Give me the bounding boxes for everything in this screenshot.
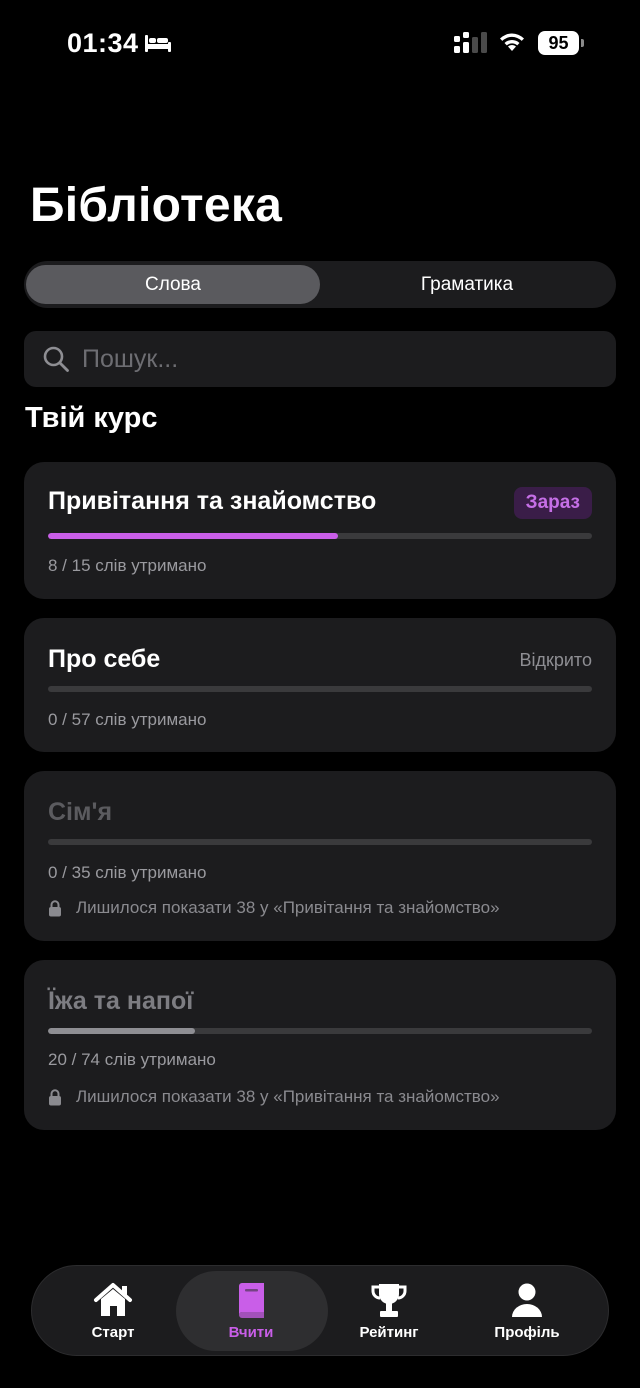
- search-input[interactable]: [82, 339, 602, 379]
- nav-label: Старт: [91, 1324, 135, 1341]
- library-segmented-control: Слова Граматика: [24, 261, 616, 308]
- course-progress-bar: [48, 533, 592, 539]
- sleep-bed-icon: [145, 35, 171, 52]
- wifi-icon: [500, 33, 524, 51]
- section-title: Твій курс: [25, 402, 158, 434]
- battery-indicator: 95: [538, 31, 584, 55]
- cellular-signal-icon: [454, 32, 487, 53]
- page-title: Бібліотека: [30, 179, 283, 232]
- tab-words[interactable]: Слова: [26, 265, 320, 304]
- status-time: 01:34: [67, 28, 139, 58]
- book-icon: [239, 1283, 264, 1318]
- course-progress-fill: [48, 1028, 195, 1034]
- course-progress-bar: [48, 686, 592, 692]
- course-title: Про себе: [48, 645, 161, 673]
- lock-icon: [49, 1088, 61, 1105]
- course-card-food-drinks[interactable]: Їжа та напої 20 / 74 слів утримано Лишил…: [24, 960, 616, 1130]
- person-icon: [512, 1283, 542, 1317]
- nav-learn[interactable]: Вчити: [192, 1266, 310, 1357]
- status-text: Відкрито: [519, 650, 592, 670]
- battery-level: 95: [538, 31, 579, 55]
- trophy-icon: [371, 1284, 407, 1317]
- nav-label: Вчити: [228, 1324, 274, 1341]
- locked-note: Лишилося показати 38 у «Привітання та зн…: [48, 1087, 500, 1107]
- locked-note: Лишилося показати 38 у «Привітання та зн…: [48, 898, 500, 918]
- course-title: Сім'я: [48, 798, 113, 826]
- course-title: Привітання та знайомство: [48, 487, 377, 515]
- current-badge: Зараз: [513, 487, 592, 519]
- words-retained-text: 0 / 35 слів утримано: [48, 863, 207, 882]
- nav-start[interactable]: Старт: [54, 1266, 172, 1357]
- locked-note-text: Лишилося показати 38 у «Привітання та зн…: [76, 898, 500, 917]
- search-bar[interactable]: [24, 331, 616, 387]
- bottom-tab-bar: Старт Вчити Рейтинг Профіль: [31, 1265, 609, 1356]
- status-bar: 01:34 95: [0, 0, 640, 88]
- course-title: Їжа та напої: [48, 987, 194, 1015]
- nav-label: Профіль: [494, 1324, 560, 1341]
- words-retained-text: 0 / 57 слів утримано: [48, 710, 207, 729]
- locked-note-text: Лишилося показати 38 у «Привітання та зн…: [76, 1087, 500, 1106]
- nav-label: Рейтинг: [359, 1324, 419, 1341]
- tab-grammar[interactable]: Граматика: [320, 265, 614, 304]
- words-retained-text: 20 / 74 слів утримано: [48, 1050, 216, 1069]
- lock-icon: [49, 899, 61, 916]
- course-progress-fill: [48, 533, 338, 539]
- words-retained-text: 8 / 15 слів утримано: [48, 556, 207, 575]
- nav-rating[interactable]: Рейтинг: [330, 1266, 448, 1357]
- nav-profile[interactable]: Профіль: [468, 1266, 586, 1357]
- course-card-family[interactable]: Сім'я 0 / 35 слів утримано Лишилося пока…: [24, 771, 616, 941]
- battery-tip: [581, 39, 584, 47]
- home-icon: [94, 1283, 132, 1316]
- course-progress-bar: [48, 1028, 592, 1034]
- course-progress-bar: [48, 839, 592, 845]
- course-card-greetings[interactable]: Привітання та знайомство Зараз 8 / 15 сл…: [24, 462, 616, 599]
- course-card-about-me[interactable]: Про себе Відкрито 0 / 57 слів утримано: [24, 618, 616, 752]
- search-icon: [43, 346, 69, 372]
